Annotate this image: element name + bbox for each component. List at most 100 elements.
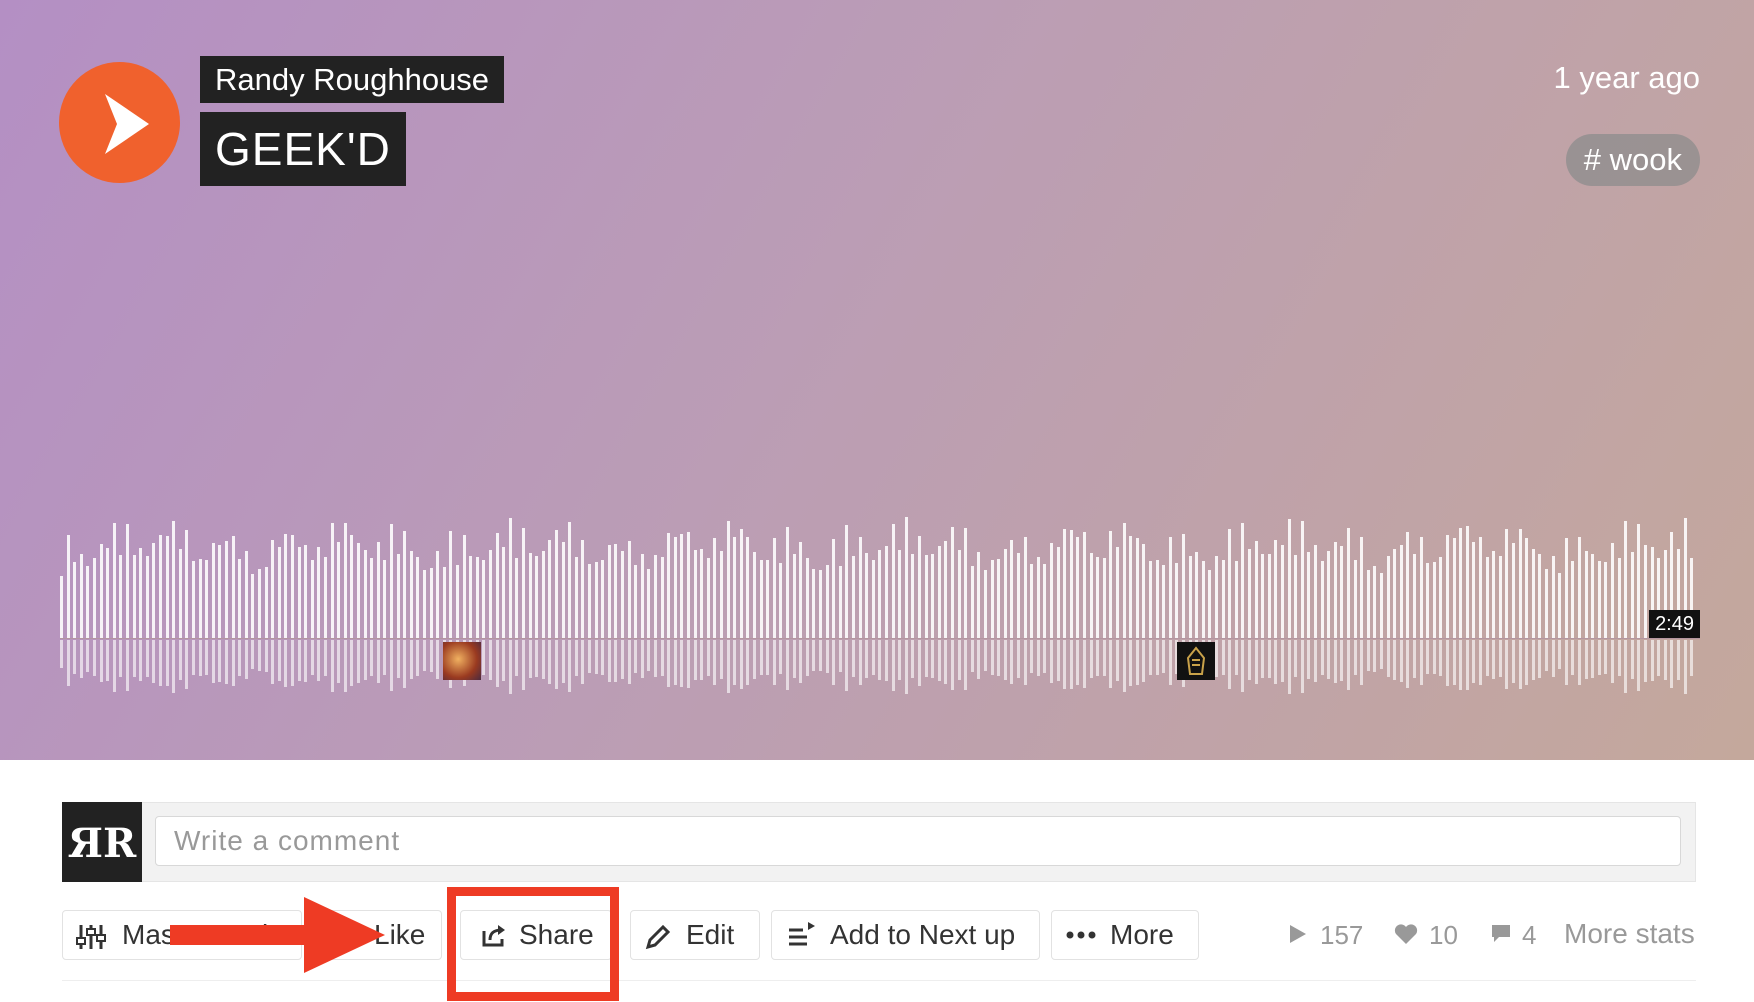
waveform-bar — [1030, 564, 1033, 638]
waveform-reflection-bar — [1215, 640, 1218, 677]
waveform-bar — [746, 537, 749, 638]
waveform-reflection-bar — [700, 640, 703, 680]
waveform-reflection-bar — [515, 640, 518, 676]
waveform-bar — [548, 540, 551, 638]
waveform-bar — [1208, 570, 1211, 638]
waveform-reflection-bar — [971, 640, 974, 672]
waveform-reflection-bar — [911, 640, 914, 678]
waveform-reflection-bar — [674, 640, 677, 685]
waveform-reflection-bar — [331, 640, 334, 692]
add-to-next-up-label: Add to Next up — [830, 919, 1016, 950]
waveform-bar — [1472, 542, 1475, 638]
waveform-reflection-bar — [687, 640, 690, 688]
timed-comment-avatar[interactable] — [1177, 642, 1215, 680]
waveform-reflection-bar — [720, 640, 723, 679]
waveform-reflection-bar — [621, 640, 624, 679]
waveform-bar — [1261, 554, 1264, 638]
waveform-bar — [463, 535, 466, 638]
waveform-bar — [364, 550, 367, 638]
waveform-reflection-bar — [179, 640, 182, 680]
waveform-bar — [793, 554, 796, 638]
waveform-reflection-bar — [634, 640, 637, 673]
add-to-next-up-button[interactable]: Add to Next up — [771, 910, 1040, 960]
waveform-reflection-bar — [1037, 640, 1040, 676]
more-stats-link[interactable]: More stats — [1564, 918, 1695, 950]
waveform-bar — [1215, 556, 1218, 638]
waveform-reflection-bar — [100, 640, 103, 682]
waveform-reflection-bar — [872, 640, 875, 675]
waveform-reflection-bar — [1400, 640, 1403, 682]
waveform-bar — [1611, 543, 1614, 638]
waveform[interactable] — [60, 495, 1700, 705]
waveform-bar — [1340, 546, 1343, 638]
waveform-reflection-bar — [694, 640, 697, 680]
waveform-bar — [885, 546, 888, 638]
waveform-reflection-bar — [265, 640, 268, 672]
waveform-reflection-bar — [1670, 640, 1673, 688]
waveform-bar — [119, 555, 122, 638]
waveform-reflection-bar — [390, 640, 393, 691]
waveform-bar — [1182, 534, 1185, 638]
waveform-reflection-bar — [232, 640, 235, 686]
comment-input[interactable] — [155, 816, 1681, 866]
waveform-reflection-bar — [397, 640, 400, 678]
waveform-bar — [212, 543, 215, 638]
waveform-bar — [654, 555, 657, 638]
waveform-reflection-bar — [1129, 640, 1132, 686]
waveform-reflection-bar — [1690, 640, 1693, 676]
waveform-reflection-bar — [60, 640, 63, 668]
waveform-reflection-bar — [1684, 640, 1687, 694]
waveform-bar — [1585, 551, 1588, 638]
like-count-value: 10 — [1429, 920, 1458, 950]
waveform-bar — [1116, 547, 1119, 638]
waveform-bar — [1294, 555, 1297, 638]
waveform-bar — [845, 525, 848, 638]
waveform-bar — [1512, 543, 1515, 638]
waveform-reflection-bar — [1228, 640, 1231, 689]
waveform-reflection-bar — [278, 640, 281, 681]
waveform-reflection-bar — [1050, 640, 1053, 683]
waveform-bar — [812, 569, 815, 638]
waveform-bar — [859, 537, 862, 638]
waveform-bar — [568, 522, 571, 638]
waveform-reflection-bar — [1677, 640, 1680, 680]
artist-name[interactable]: Randy Roughhouse — [200, 56, 505, 103]
waveform-bar — [172, 521, 175, 638]
waveform-bar — [700, 549, 703, 638]
waveform-bar — [1347, 528, 1350, 638]
waveform-reflection-bar — [1255, 640, 1258, 684]
waveform-reflection-bar — [212, 640, 215, 683]
waveform-bar — [106, 548, 109, 638]
waveform-reflection-bar — [885, 640, 888, 681]
edit-button[interactable]: Edit — [630, 910, 760, 960]
waveform-reflection-bar — [1565, 640, 1568, 685]
waveform-bar — [383, 560, 386, 638]
waveform-reflection-bar — [1116, 640, 1119, 681]
play-button[interactable] — [59, 62, 180, 183]
genre-tag[interactable]: # wook — [1565, 134, 1700, 186]
waveform-bar — [291, 535, 294, 638]
waveform-bar — [423, 570, 426, 638]
waveform-reflection-bar — [733, 640, 736, 685]
waveform-reflection-bar — [271, 640, 274, 684]
waveform-reflection-bar — [1136, 640, 1139, 685]
waveform-bar — [1479, 537, 1482, 638]
waveform-bar — [1024, 537, 1027, 638]
waveform-bar — [872, 560, 875, 638]
avatar[interactable]: ЯR — [62, 802, 142, 882]
waveform-reflection-bar — [1393, 640, 1396, 680]
timed-comment-avatar[interactable] — [443, 642, 481, 680]
waveform-bar — [152, 543, 155, 638]
waveform-reflection-bar — [1294, 640, 1297, 677]
waveform-reflection-bar — [1387, 640, 1390, 677]
more-button[interactable]: More — [1051, 910, 1199, 960]
waveform-bar — [687, 532, 690, 638]
waveform-reflection-bar — [410, 640, 413, 679]
waveform-bar — [357, 543, 360, 638]
waveform-reflection-bar — [1651, 640, 1654, 681]
waveform-bar — [931, 554, 934, 638]
waveform-reflection-bar — [383, 640, 386, 675]
waveform-reflection-bar — [1631, 640, 1634, 679]
waveform-bar — [1354, 560, 1357, 638]
waveform-bar — [819, 570, 822, 638]
